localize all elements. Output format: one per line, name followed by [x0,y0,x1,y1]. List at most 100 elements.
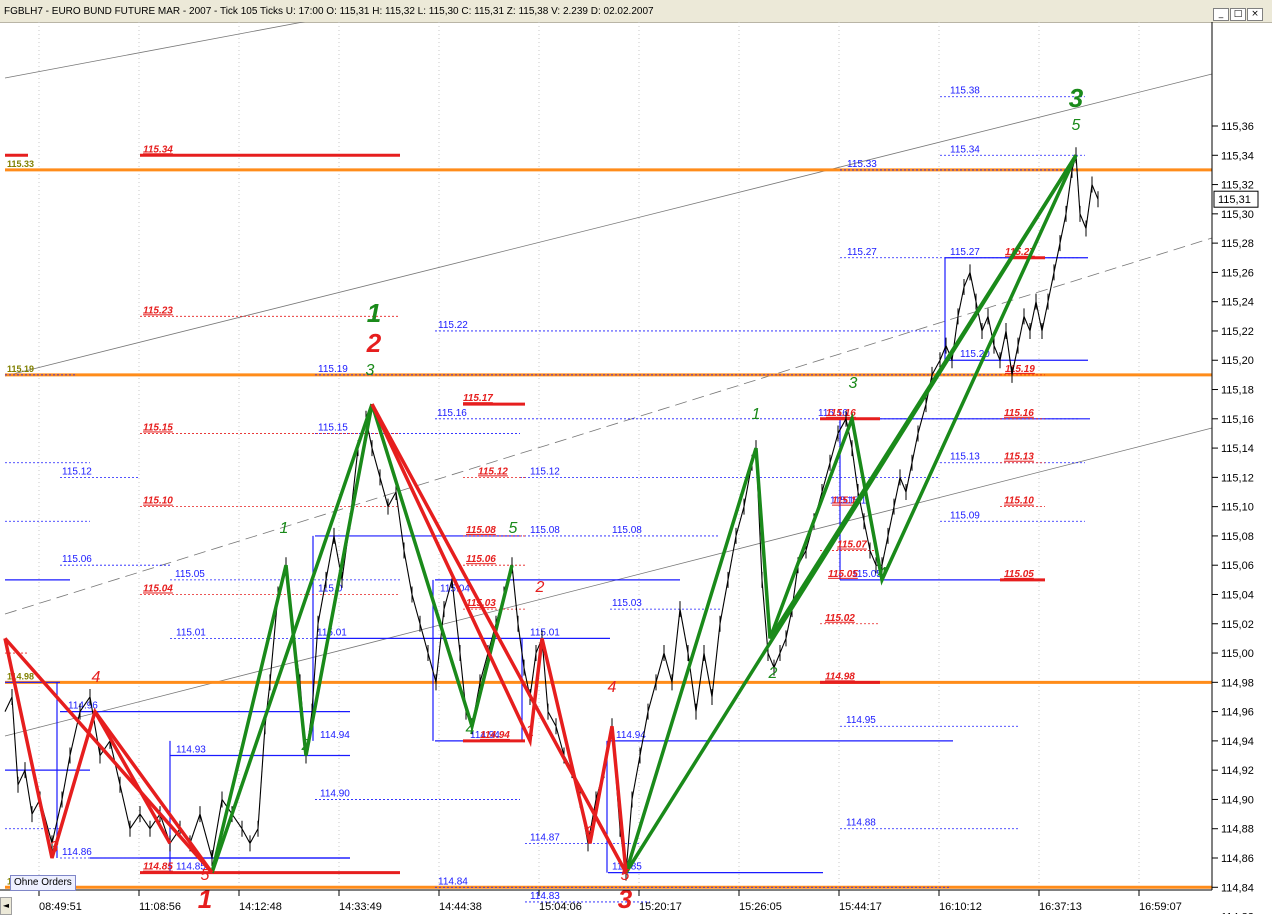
wave-count-label: 2 [366,328,382,358]
blue-level-label: 115.27 [950,247,980,258]
close-button[interactable]: × [1247,8,1263,21]
price-axis-label: 115,10 [1221,502,1254,514]
time-axis-label: 15:20:17 [639,901,682,913]
price-segment [427,652,437,683]
red-level-label: 115.05 [1004,569,1034,580]
red-level-label: 115.12 [478,466,508,477]
red-level-label: 115.08 [466,525,496,536]
price-axis-label: 115,32 [1221,180,1254,192]
price-segment [17,769,26,786]
blue-level-label: 115.08 [530,525,560,536]
price-segment [325,535,335,580]
price-chart[interactable]: 115.33115.19114.98114.84 115.38115.34115… [0,22,1272,914]
price-axis-label: 115,12 [1221,472,1254,484]
blue-level-label: 115.01 [176,627,206,638]
price-segment [905,462,913,493]
price-segment [957,286,965,317]
blue-level-label: 114.90 [320,788,350,799]
price-segment [981,316,989,332]
time-axis-label: 15:26:05 [739,901,782,913]
price-segment [893,477,901,507]
price-segment [4,696,13,712]
price-axis-label: 115,06 [1221,560,1254,572]
price-axis-label: 115,00 [1221,648,1254,660]
price-segment [869,550,877,566]
price-axis-label: 115,24 [1221,297,1254,309]
price-segment [1041,301,1049,332]
price-segment [671,609,681,683]
red-level-label: 115.17 [463,393,493,404]
price-segment [899,477,907,493]
blue-level-label: 115.09 [950,510,980,521]
maximize-button[interactable]: □ [1230,8,1246,21]
red-level-label: 115.07 [837,540,867,551]
blue-level-label: 115.38 [950,86,980,97]
price-segment [727,535,737,580]
wave-count-label: 5 [1072,117,1081,134]
price-axis-label: 115,08 [1221,531,1254,543]
time-axis-label: 14:12:48 [239,901,282,913]
price-segment [887,506,895,537]
price-segment [779,638,787,654]
price-axis-label: 115,22 [1221,326,1254,338]
blue-level-label: 115.34 [950,144,980,155]
price-segment [511,565,519,624]
price-segment [679,609,689,654]
wave-count-label: 3 [586,824,595,841]
price-segment [999,330,1007,361]
blue-level-label: 114.94 [616,730,646,741]
blue-level-label: 115.33 [847,159,877,170]
price-segment [139,813,151,830]
price-axis-label: 114,98 [1221,677,1254,689]
wave-count-label: 4 [608,679,617,696]
price-axis-label: 114,88 [1221,824,1254,836]
window-title: FGBLH7 - EURO BUND FUTURE MAR - 2007 - T… [4,6,654,17]
time-axis-label: 15:44:17 [839,901,882,913]
minimize-button[interactable]: _ [1213,8,1229,21]
price-segment [631,755,641,800]
scroll-left-button[interactable]: ◄ [0,897,12,915]
price-axis-label: 115,20 [1221,355,1254,367]
price-segment [1091,184,1099,200]
orange-level-label: 115.33 [7,159,34,169]
wave-count-label: 4 [92,669,101,686]
blue-level-label: 114.86 [62,847,92,858]
red-level-label: 115.16 [1004,408,1034,419]
price-segment [249,828,259,844]
wave-count-label: 1 [198,884,212,914]
price-axis-label: 115,36 [1221,121,1254,133]
red-level-label: 115.23 [143,305,173,316]
wave-count-label: 2 [768,665,778,682]
price-segment [1023,316,1031,332]
time-axis-label: 15:04:06 [539,901,582,913]
price-segment [199,813,213,859]
red-level-label: 114.94 [480,730,510,741]
price-segment [371,447,381,478]
red-level-label: 115.05 [828,569,858,580]
price-axis-label: 114,84 [1221,882,1254,894]
red-level-label: 114.98 [825,671,855,682]
wave-count-label: 1 [752,406,761,423]
red-level-label: 115.15 [143,422,173,433]
price-segment [719,579,729,624]
blue-level-label: 115.01 [530,627,560,638]
wave-count-label: 4 [466,721,475,738]
price-axis-label: 115,04 [1221,589,1254,601]
price-segment [655,652,665,683]
blue-level-label: 115.16 [437,408,467,419]
window-titlebar: FGBLH7 - EURO BUND FUTURE MAR - 2007 - T… [0,0,1272,23]
time-axis-label: 14:33:49 [339,901,382,913]
price-segment [993,345,1001,361]
ohne-orders-button[interactable]: Ohne Orders [10,875,76,891]
price-segment [411,594,421,624]
red-level-label: 115.02 [825,613,855,624]
blue-level-label: 115.03 [612,598,642,609]
price-segment [881,535,889,566]
last-price-label: 115,31 [1218,194,1251,206]
channel-line [4,237,1213,615]
wave-count-label: 3 [366,362,375,379]
time-axis-label: 16:10:12 [939,901,982,913]
red-level-label: 115.10 [1004,496,1034,507]
price-segment [703,652,713,698]
price-axis-label: 115,34 [1221,150,1254,162]
